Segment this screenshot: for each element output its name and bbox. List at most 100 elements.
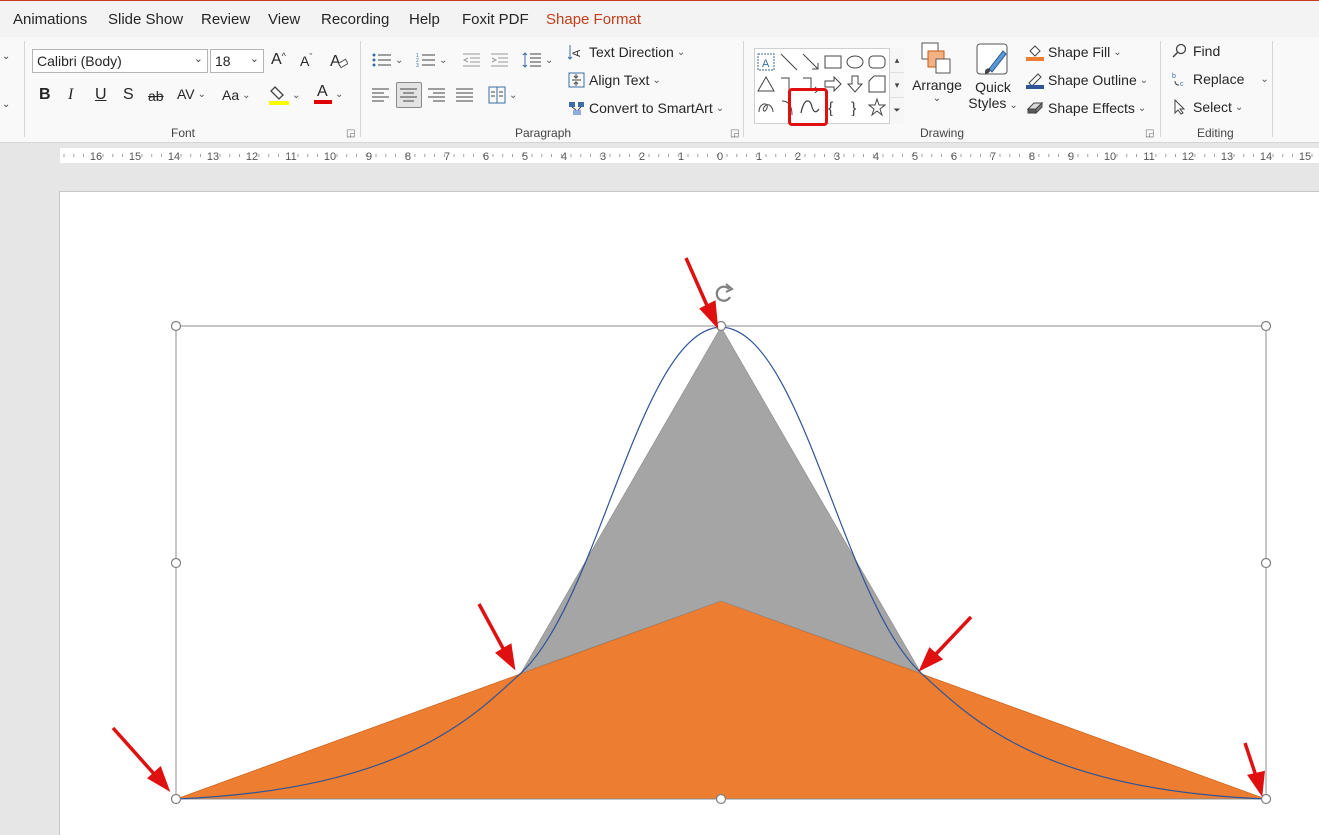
chevron-up-icon[interactable]: ▴ [890,48,904,73]
shrink-font-button[interactable]: Aˇ [300,52,312,69]
character-spacing-button[interactable]: AV ⌄ [177,86,206,102]
numbering-button[interactable]: 123 ⌄ [416,52,447,68]
bullets-button[interactable]: ⌄ [372,52,403,68]
tab-review[interactable]: Review [201,11,250,28]
down-arrow-shape[interactable] [845,74,865,94]
gallery-more-icon[interactable]: ⏷ [890,98,904,123]
align-left-button[interactable] [372,87,390,103]
snip-rectangle-icon [868,75,886,93]
ruler-label: 8 [405,151,411,163]
line-spacing-button[interactable]: ⌄ [522,51,553,69]
caret-up-icon: ^ [281,51,286,61]
ruler-ticks: 16 15 14 13 12 11 10 9 8 7 6 5 4 3 2 1 0 1 2 3 4 5 6 7 8 9 10 11 12 1… [63,151,1313,163]
ruler-label: 15 [129,151,141,163]
replace-button[interactable]: bc Replace ⌄ [1172,71,1269,87]
font-size-select[interactable]: 18 ⌄ [210,49,264,73]
select-button[interactable]: Select ⌄ [1172,99,1243,115]
text-box-shape[interactable]: A [756,52,776,72]
bold-button[interactable]: B [39,86,51,104]
font-color-button[interactable]: A ⌄ [314,83,343,105]
font-family-value: Calibri (Body) [37,53,122,69]
quick-styles-button[interactable]: Quick Styles ⌄ [966,41,1020,111]
arrange-button[interactable]: Arrange ⌄ [911,41,963,104]
change-case-button[interactable]: Aa ⌄ [222,87,251,103]
bullet-list-icon [372,53,391,67]
convert-smartart-button[interactable]: Convert to SmartArt ⌄ [568,99,724,117]
svg-text:b: b [1172,73,1176,80]
font-size-value: 18 [215,53,231,69]
down-arrow-icon [846,75,864,93]
shadow-button[interactable]: S [123,86,134,104]
ruler-label: 11 [285,151,296,163]
line-shape[interactable] [779,52,799,72]
chevron-down-icon[interactable]: ▾ [890,73,904,98]
rectangle-shape[interactable] [823,52,843,72]
slide-canvas[interactable] [59,191,1319,835]
shape-effects-button[interactable]: Shape Effects ⌄ [1026,99,1146,117]
ruler-label: 11 [1143,151,1154,163]
tab-foxit-pdf[interactable]: Foxit PDF [462,11,529,28]
svg-text:A: A [762,58,770,70]
snip-rectangle-shape[interactable] [867,74,887,94]
clear-formatting-button[interactable]: A [330,51,348,69]
justify-icon [456,88,473,102]
highlight-color-button[interactable]: ⌄ [269,84,300,106]
svg-text:c: c [1180,81,1184,87]
font-family-select[interactable]: Calibri (Body) ⌄ [32,49,208,73]
freeform-scribble-shape[interactable] [756,97,776,117]
paint-bucket-icon [1026,45,1044,61]
justify-button[interactable] [456,87,474,103]
tab-recording[interactable]: Recording [321,11,389,28]
ruler-label: 5 [522,151,528,163]
ruler-label: 3 [834,151,840,163]
right-brace-shape[interactable]: } [845,97,865,117]
underline-button[interactable]: U [95,86,107,104]
align-center-button[interactable] [396,82,422,108]
shrink-font-label: A [300,53,310,69]
tab-view[interactable]: View [268,11,300,28]
find-label: Find [1193,43,1221,59]
shape-outline-button[interactable]: Shape Outline ⌄ [1026,71,1148,89]
shape-effects-icon [1026,101,1044,115]
strikethrough-button[interactable]: ab [148,88,164,104]
oval-shape[interactable] [845,52,865,72]
character-spacing-label: AV [177,86,195,102]
svg-text:{: { [828,100,834,116]
group-separator [743,41,744,137]
rounded-rectangle-shape[interactable] [867,52,887,72]
dialog-launcher-icon[interactable]: ◲ [1145,128,1154,139]
columns-button[interactable]: ⌄ [488,86,517,104]
text-direction-button[interactable]: A Text Direction ⌄ [568,43,685,61]
align-text-button[interactable]: Align Text ⌄ [568,71,661,89]
tab-animations[interactable]: Animations [13,11,87,28]
tab-slide-show[interactable]: Slide Show [108,11,183,28]
chevron-down-icon: ⌄ [676,46,686,58]
svg-text:}: } [851,100,857,116]
star-icon [868,98,886,116]
search-icon [1172,43,1187,58]
tab-help[interactable]: Help [409,11,440,28]
decrease-indent-button[interactable] [463,52,481,68]
group-separator [360,41,361,137]
align-right-button[interactable] [428,87,446,103]
triangle-shape[interactable] [756,74,776,94]
star-shape[interactable] [867,97,887,117]
dialog-launcher-icon[interactable]: ◲ [730,128,739,139]
italic-button[interactable]: I [68,86,73,104]
increase-indent-button[interactable] [491,52,509,68]
dialog-launcher-icon[interactable]: ◲ [346,128,355,139]
ribbon: ⌄ ⌄ Calibri (Body) ⌄ 18 ⌄ A ^ Aˇ A B I U … [0,37,1319,143]
chevron-down-icon[interactable]: ⌄ [2,99,10,110]
triangle-icon [757,75,775,92]
chevron-down-icon[interactable]: ⌄ [2,51,10,62]
shape-fill-button[interactable]: Shape Fill ⌄ [1026,43,1122,61]
grow-font-button[interactable]: A ^ [271,51,286,69]
ruler-label: 12 [1182,151,1194,163]
arrow-line-shape[interactable] [801,52,821,72]
font-color-glyph: A [317,83,328,100]
align-right-icon [428,88,445,102]
scribble-icon [758,103,774,113]
find-button[interactable]: Find [1172,43,1220,59]
ruler-label: 15 [1299,151,1311,163]
tab-shape-format[interactable]: Shape Format [546,11,641,28]
